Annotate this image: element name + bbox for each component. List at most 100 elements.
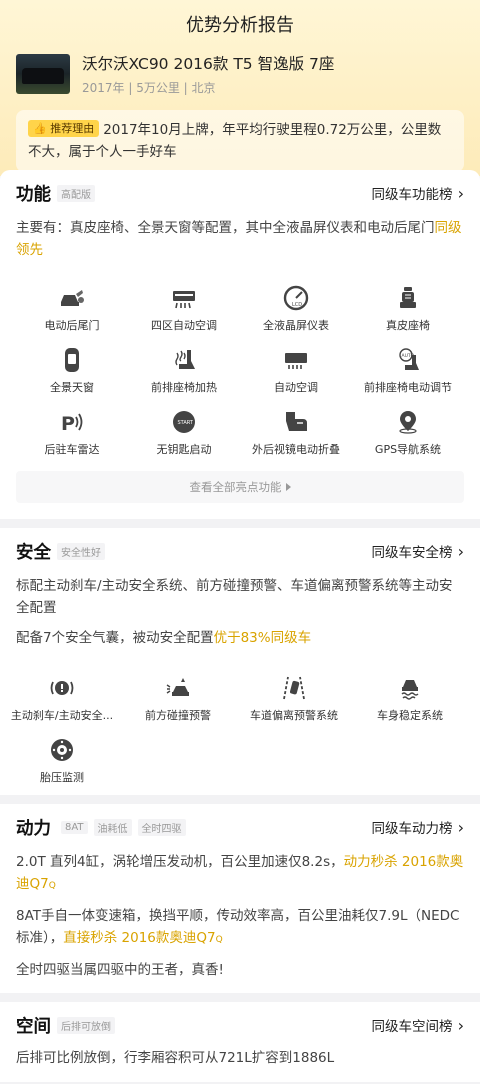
- feature-label: 四区自动空调: [151, 319, 217, 332]
- safety-card: 安全 安全性好 同级车安全榜 标配主动刹车/主动安全系统、前方碰撞预警、车道偏离…: [0, 528, 480, 795]
- search-icon: Q: [215, 935, 223, 945]
- ac-icon: [171, 285, 197, 311]
- safety-tag: 安全性好: [57, 542, 105, 560]
- recommend-tag-label: 推荐理由: [50, 122, 95, 135]
- function-header: 功能 高配版 同级车功能榜: [16, 173, 464, 213]
- safety-item[interactable]: 主动刹车/主动安全...: [4, 675, 120, 723]
- car-thumbnail[interactable]: [16, 54, 70, 94]
- safety-grid: 主动刹车/主动安全... 前方碰撞预警 车道偏离预警系统 车身稳定系统 胎压监测: [4, 675, 468, 785]
- feature-label: 电动后尾门: [44, 319, 100, 332]
- auto-ac-icon: [283, 347, 309, 373]
- feature-label: 全液晶屏仪表: [263, 319, 329, 332]
- feature-label: 前排座椅电动调节: [364, 381, 452, 394]
- space-desc: 后排可比例放倒，行李厢容积可从721L扩容到1886L: [16, 1050, 335, 1066]
- safety-label: 车身稳定系统: [377, 709, 443, 722]
- space-title: 空间: [16, 1016, 51, 1037]
- function-desc: 主要有：真皮座椅、全景天窗等配置，其中全液晶屏仪表和电动后尾门同级领先: [16, 217, 464, 261]
- seat-heat-icon: [171, 347, 197, 373]
- function-desc-text: 主要有：真皮座椅、全景天窗等配置，其中全液晶屏仪表和电动后尾门: [16, 220, 435, 236]
- lcd-gauge-icon: LCD: [283, 285, 309, 311]
- power-header: 动力 8AT 油耗低 全时四驱 同级车动力榜: [16, 807, 464, 847]
- recommend-reason: 👍 推荐理由 2017年10月上牌，年平均行驶里程0.72万公里，公里数不大，属于…: [16, 110, 464, 172]
- feature-item[interactable]: 前排座椅加热: [128, 347, 240, 395]
- page-title: 优势分析报告: [186, 15, 294, 36]
- safety-header: 安全 安全性好 同级车安全榜: [16, 531, 464, 571]
- power-rank-link[interactable]: 同级车动力榜: [372, 817, 464, 837]
- function-tag: 高配版: [57, 184, 95, 202]
- safety-item[interactable]: 车道偏离预警系统: [236, 675, 352, 723]
- safety-item[interactable]: 车身稳定系统: [352, 675, 468, 723]
- sunroof-icon: [59, 347, 85, 373]
- feature-label: 前排座椅加热: [151, 381, 217, 394]
- auto-seat-icon: AUTO: [395, 347, 421, 373]
- lane-departure-icon: [281, 675, 307, 701]
- search-icon: Q: [48, 881, 56, 891]
- tire-pressure-icon: [49, 737, 75, 763]
- car-summary[interactable]: 沃尔沃XC90 2016款 T5 智逸版 7座 2017年 | 5万公里 | 北…: [16, 52, 464, 96]
- space-rank-link[interactable]: 同级车空间榜: [372, 1015, 464, 1035]
- feature-item[interactable]: 外后视镜电动折叠: [240, 409, 352, 457]
- hero-section: 优势分析报告 沃尔沃XC90 2016款 T5 智逸版 7座 2017年 | 5…: [0, 0, 480, 176]
- space-card: 空间 后排可放倒 同级车空间榜 后排可比例放倒，行李厢容积可从721L扩容到18…: [0, 1002, 480, 1082]
- safety-desc-passive-text: 配备7个安全气囊，被动安全配置: [16, 630, 214, 646]
- car-info: 沃尔沃XC90 2016款 T5 智逸版 7座 2017年 | 5万公里 | 北…: [82, 52, 334, 96]
- power-title: 动力: [16, 818, 51, 839]
- safety-rank-link[interactable]: 同级车安全榜: [372, 541, 464, 561]
- feature-item[interactable]: GPS导航系统: [352, 409, 464, 457]
- space-tag: 后排可放倒: [57, 1016, 115, 1034]
- collision-warning-icon: [165, 675, 191, 701]
- feature-item[interactable]: 电动后尾门: [16, 285, 128, 333]
- feature-label: 真皮座椅: [386, 319, 430, 332]
- space-header: 空间 后排可放倒 同级车空间榜: [16, 1005, 464, 1045]
- power-desc-gearbox: 8AT手自一体变速箱，换挡平顺，传动效率高，百公里油耗仅7.9L（NEDC标准）…: [16, 905, 464, 951]
- svg-text:LCD: LCD: [292, 302, 302, 308]
- feature-item[interactable]: 全景天窗: [16, 347, 128, 395]
- power-desc-engine-text: 2.0T 直列4缸，涡轮增压发动机，百公里加速仅8.2s，: [16, 854, 344, 870]
- safety-label: 前方碰撞预警: [145, 709, 211, 722]
- feature-item[interactable]: START 无钥匙启动: [128, 409, 240, 457]
- svg-text:P: P: [61, 413, 75, 435]
- feature-label: 自动空调: [274, 381, 318, 394]
- brake-warning-icon: [49, 675, 75, 701]
- svg-text:START: START: [178, 420, 194, 426]
- safety-label: 车道偏离预警系统: [250, 709, 338, 722]
- feature-label: 无钥匙启动: [156, 443, 212, 456]
- feature-item[interactable]: 四区自动空调: [128, 285, 240, 333]
- safety-desc-active: 标配主动刹车/主动安全系统、前方碰撞预警、车道偏离预警系统等主动安全配置: [16, 578, 453, 616]
- safety-label: 胎压监测: [40, 771, 84, 784]
- power-tag: 8AT: [61, 820, 88, 834]
- recommend-tag: 👍 推荐理由: [28, 120, 100, 137]
- safety-item[interactable]: 前方碰撞预警: [120, 675, 236, 723]
- feature-item[interactable]: LCD 全液晶屏仪表: [240, 285, 352, 333]
- safety-label: 主动刹车/主动安全...: [10, 709, 114, 722]
- feature-label: GPS导航系统: [374, 443, 442, 456]
- seat-icon: [395, 285, 421, 311]
- safety-desc-passive: 配备7个安全气囊，被动安全配置优于83%同级车: [16, 627, 464, 649]
- function-grid: 电动后尾门 四区自动空调 LCD 全液晶屏仪表 真皮座椅 全景天窗 前排座椅加热…: [16, 285, 464, 457]
- function-title: 功能: [16, 184, 51, 205]
- tailgate-icon: [59, 285, 85, 311]
- feature-item[interactable]: P 后驻车雷达: [16, 409, 128, 457]
- feature-item[interactable]: 自动空调: [240, 347, 352, 395]
- safety-item[interactable]: 胎压监测: [4, 737, 120, 785]
- feature-label: 外后视镜电动折叠: [252, 443, 340, 456]
- feature-label: 全景天窗: [50, 381, 94, 394]
- feature-item[interactable]: 真皮座椅: [352, 285, 464, 333]
- gps-icon: [395, 409, 421, 435]
- car-name: 沃尔沃XC90 2016款 T5 智逸版 7座: [82, 55, 335, 73]
- safety-desc-passive-highlight: 优于83%同级车: [213, 630, 312, 646]
- power-compare-link[interactable]: 直接秒杀 2016款奥迪Q7: [63, 930, 215, 946]
- feature-item[interactable]: AUTO 前排座椅电动调节: [352, 347, 464, 395]
- power-tag: 油耗低: [93, 818, 132, 836]
- safety-title: 安全: [16, 542, 51, 563]
- function-rank-link[interactable]: 同级车功能榜: [372, 183, 464, 203]
- parking-radar-icon: P: [59, 409, 85, 435]
- stability-icon: [397, 675, 423, 701]
- power-card: 动力 8AT 油耗低 全时四驱 同级车动力榜 2.0T 直列4缸，涡轮增压发动机…: [0, 804, 480, 993]
- function-card: 功能 高配版 同级车功能榜 主要有：真皮座椅、全景天窗等配置，其中全液晶屏仪表和…: [0, 170, 480, 519]
- power-desc-engine: 2.0T 直列4缸，涡轮增压发动机，百公里加速仅8.2s，动力秒杀 2016款奥…: [16, 851, 464, 897]
- power-tag: 全时四驱: [137, 818, 186, 836]
- view-all-features-button[interactable]: 查看全部亮点功能: [16, 471, 464, 503]
- feature-label: 后驻车雷达: [44, 443, 100, 456]
- start-button-icon: START: [171, 409, 197, 435]
